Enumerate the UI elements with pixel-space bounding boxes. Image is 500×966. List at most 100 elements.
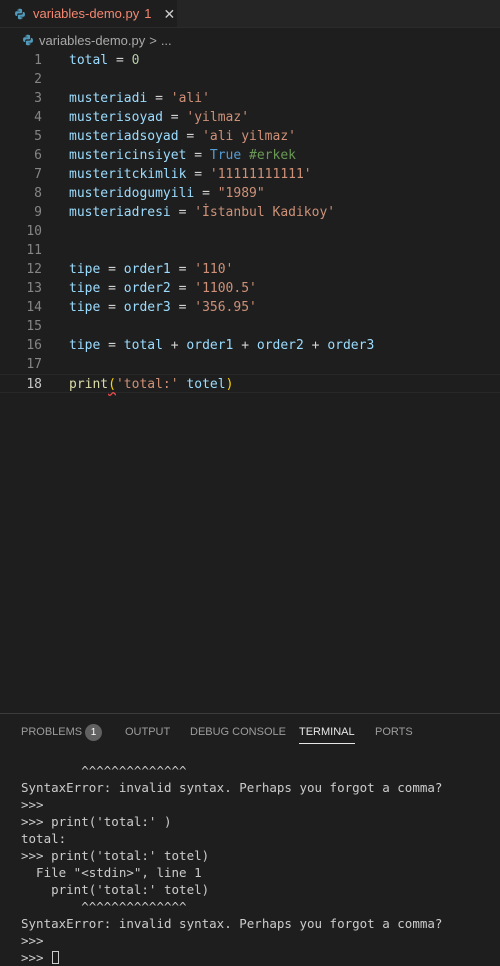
code-line[interactable]: 14 tipe = order3 = '356.95': [0, 298, 500, 317]
operator: =: [115, 53, 124, 68]
operator: =: [178, 205, 187, 220]
operator: +: [311, 338, 320, 353]
problems-count-badge: 1: [85, 724, 102, 741]
operator: =: [108, 300, 116, 315]
identifier: tipe: [69, 262, 101, 277]
operator: =: [178, 262, 187, 277]
line-number: 18: [26, 377, 42, 392]
keyword: True: [209, 148, 242, 163]
line-number: 11: [26, 243, 42, 258]
terminal-output[interactable]: ^^^^^^^^^^^^^^ SyntaxError: invalid synt…: [0, 762, 500, 965]
identifier: order1: [186, 338, 234, 353]
code-line[interactable]: 6 mustericinsiyet = True #erkek: [0, 146, 500, 165]
operator: +: [170, 338, 179, 353]
line-number: 9: [34, 205, 42, 220]
breadcrumb: variables-demo.py > ...: [0, 27, 500, 53]
code-line[interactable]: 1 total = 0: [0, 51, 500, 70]
line-number: 14: [26, 300, 42, 315]
line-number: 2: [34, 72, 42, 87]
identifier: musteriadresi: [69, 205, 171, 220]
string-literal: '11111111111': [209, 167, 312, 182]
terminal-prompt: >>>: [21, 950, 52, 965]
code-line[interactable]: 13 tipe = order2 = '1100.5': [0, 279, 500, 298]
string-literal: 'yilmaz': [186, 110, 250, 125]
identifier: musteritckimlik: [69, 167, 187, 182]
code-line[interactable]: 15: [0, 317, 500, 336]
operator: =: [194, 167, 203, 182]
code-line[interactable]: 17: [0, 355, 500, 374]
tab-output[interactable]: OUTPUT: [125, 714, 170, 750]
operator: =: [202, 186, 210, 201]
code-line[interactable]: 3 musteriadi = 'ali': [0, 89, 500, 108]
line-number: 6: [34, 148, 42, 163]
tab-terminal[interactable]: TERMINAL: [299, 714, 355, 750]
paren: ): [225, 377, 234, 392]
identifier: total: [123, 338, 163, 353]
code-line[interactable]: 5 musteriadsoyad = 'ali yilmaz': [0, 127, 500, 146]
identifier: musteriadsoyad: [69, 129, 179, 144]
terminal-line: ^^^^^^^^^^^^^^: [21, 899, 187, 914]
line-number: 4: [34, 110, 42, 125]
code-line[interactable]: 2: [0, 70, 500, 89]
code-editor[interactable]: 1 total = 0 2 3 musteriadi = 'ali' 4 muster…: [0, 51, 500, 711]
operator: =: [108, 281, 116, 296]
panel-tabs: PROBLEMS 1 OUTPUT DEBUG CONSOLE TERMINAL…: [0, 714, 500, 750]
identifier: order1: [123, 262, 171, 277]
identifier: tipe: [69, 281, 101, 296]
code-line[interactable]: 4 musterisoyad = 'yilmaz': [0, 108, 500, 127]
terminal-line: ^^^^^^^^^^^^^^: [21, 763, 187, 778]
code-line[interactable]: 11: [0, 241, 500, 260]
identifier: order3: [327, 338, 375, 353]
operator: =: [178, 300, 187, 315]
tab-ports[interactable]: PORTS: [375, 714, 413, 750]
operator: =: [186, 129, 195, 144]
identifier: order3: [123, 300, 171, 315]
error-squiggle[interactable]: (: [108, 377, 116, 392]
line-number: 15: [26, 319, 42, 334]
operator: +: [241, 338, 250, 353]
string-literal: 'ali': [170, 91, 210, 106]
operator: =: [194, 148, 203, 163]
operator: =: [178, 281, 187, 296]
terminal-line: >>>: [21, 797, 44, 812]
tab-variables-demo[interactable]: variables-demo.py 1 ✕: [0, 0, 177, 27]
string-literal: '110': [194, 262, 234, 277]
tab-problems[interactable]: PROBLEMS: [21, 714, 82, 750]
code-line-current[interactable]: 18 print('total:' totel): [0, 374, 500, 393]
terminal-line: >>> print('total:' totel): [21, 848, 210, 863]
breadcrumb-symbols[interactable]: ...: [161, 33, 172, 48]
string-literal: '1100.5': [194, 281, 257, 296]
terminal-line: SyntaxError: invalid syntax. Perhaps you…: [21, 780, 443, 795]
code-line[interactable]: 16 tipe = total + order1 + order2 + order…: [0, 336, 500, 355]
line-number: 10: [26, 224, 42, 239]
terminal-line: >>> print('total:' ): [21, 814, 172, 829]
code-line[interactable]: 10: [0, 222, 500, 241]
breadcrumb-file[interactable]: variables-demo.py: [39, 33, 145, 48]
terminal-line: print('total:' totel): [21, 882, 210, 897]
close-icon[interactable]: ✕: [163, 7, 175, 21]
code-line[interactable]: 7 musteritckimlik = '11111111111': [0, 165, 500, 184]
identifier: order2: [256, 338, 304, 353]
identifier: musterisoyad: [69, 110, 163, 125]
function-name: print: [69, 377, 109, 392]
string-literal: 'İstanbul Kadikoy': [194, 205, 336, 220]
tab-filename: variables-demo.py: [33, 6, 140, 21]
code-line[interactable]: 9 musteriadresi = 'İstanbul Kadikoy': [0, 203, 500, 222]
terminal-prompt-line[interactable]: >>>: [21, 949, 60, 966]
code-line[interactable]: 8 musteridogumyili = "1989": [0, 184, 500, 203]
python-icon: [15, 8, 25, 19]
editor-tab-bar: variables-demo.py 1 ✕: [0, 0, 500, 28]
identifier: order2: [123, 281, 171, 296]
line-number: 12: [26, 262, 42, 277]
terminal-line: >>>: [21, 933, 44, 948]
line-number: 7: [34, 167, 42, 182]
identifier: tipe: [69, 338, 101, 353]
python-icon: [23, 34, 33, 46]
line-number: 13: [26, 281, 42, 296]
operator: =: [170, 110, 179, 125]
tab-debug-console[interactable]: DEBUG CONSOLE: [190, 714, 286, 750]
string-literal: '356.95': [194, 300, 257, 315]
operator: =: [108, 338, 116, 353]
code-line[interactable]: 12 tipe = order1 = '110': [0, 260, 500, 279]
terminal-cursor: [52, 951, 60, 964]
